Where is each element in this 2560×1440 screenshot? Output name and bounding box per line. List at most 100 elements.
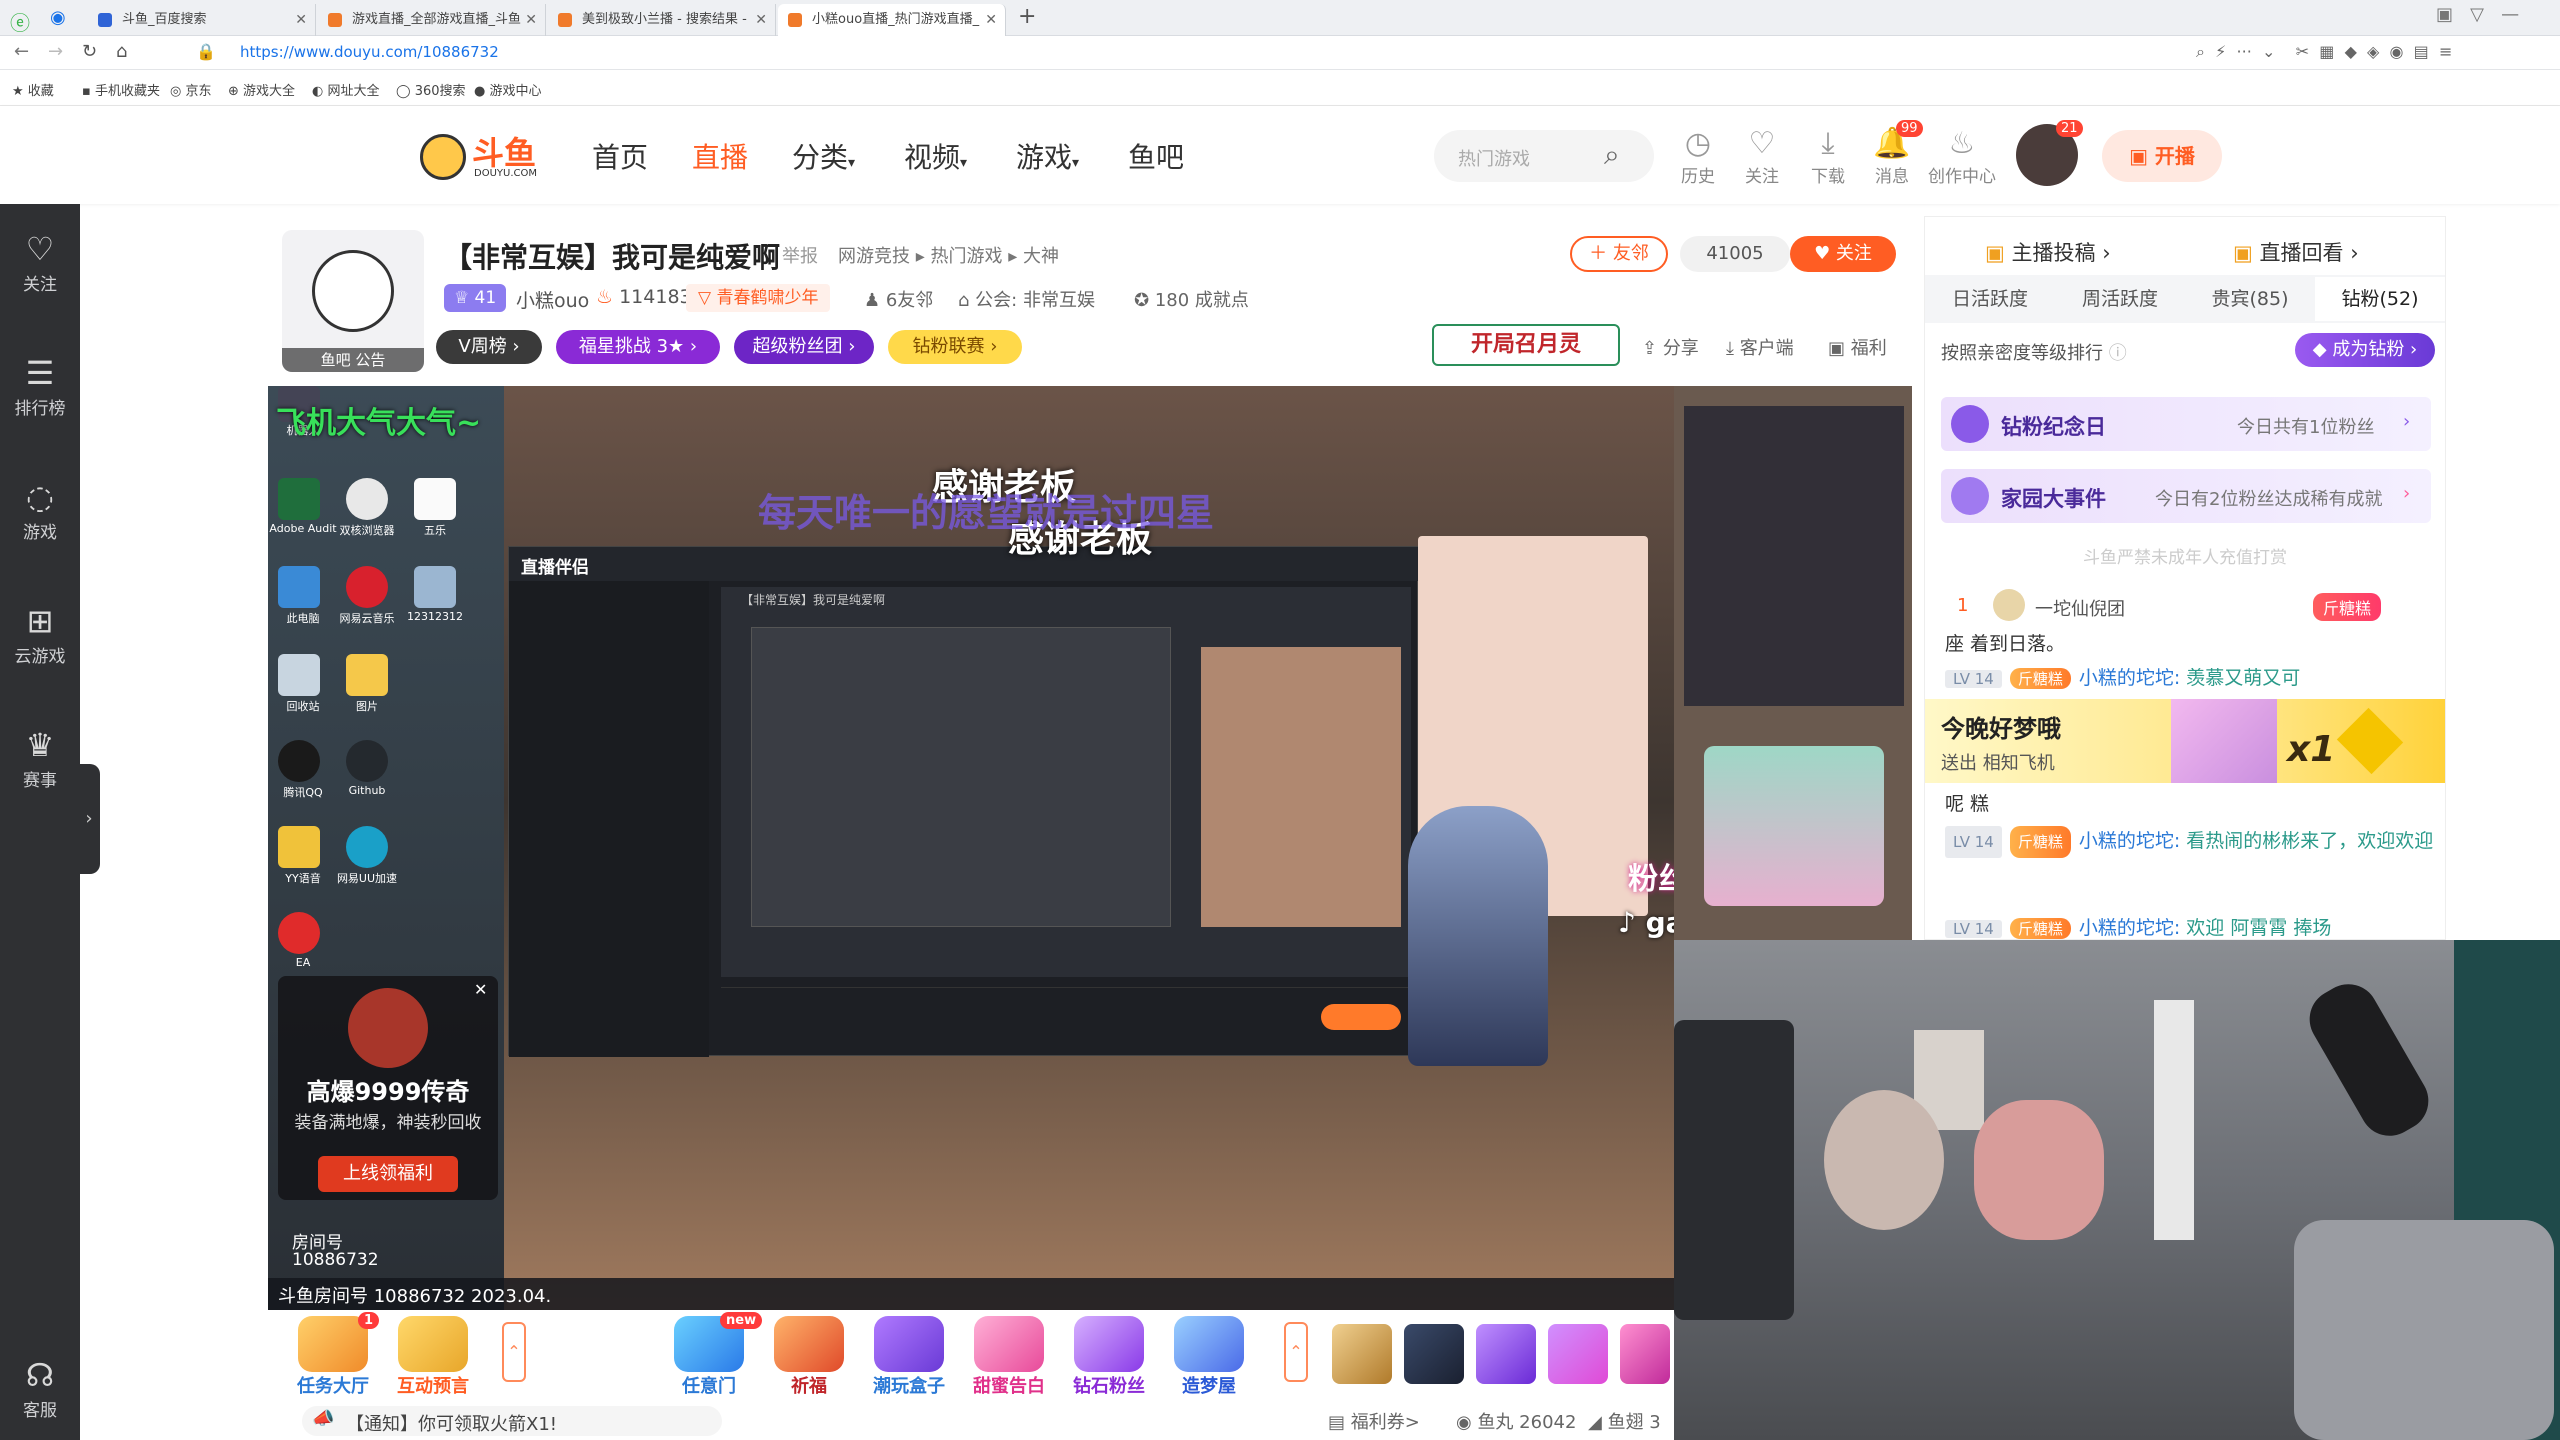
tab-weekly-activity[interactable]: 周活跃度 [2055, 277, 2185, 321]
forward-icon[interactable]: → [48, 41, 63, 62]
gift-toy-box[interactable]: 潮玩盒子 [864, 1316, 954, 1398]
breadcrumb-item[interactable]: 网游竞技 [838, 246, 910, 267]
close-icon[interactable]: ✕ [525, 4, 537, 36]
welfare-button[interactable]: ▣ 福利 [1828, 334, 1887, 360]
game-ad-popup[interactable]: ✕ 高爆9999传奇 装备满地爆，神装秒回收 上线领福利 [278, 976, 498, 1200]
client-button[interactable]: ⤓ 客户端 [1726, 334, 1794, 360]
lucky-challenge-tag[interactable]: 福星挑战 3★ › [556, 330, 720, 364]
header-message[interactable]: 🔔 消息 99 [1862, 120, 1923, 187]
bookmark-item[interactable]: ● 游戏中心 [474, 80, 542, 99]
streamer-avatar[interactable]: 鱼吧 公告 [282, 230, 424, 372]
sidebar-item-events[interactable]: ♛ 赛事 [0, 724, 80, 791]
bookmark-item[interactable]: ◎ 京东 [170, 80, 212, 99]
rocket-gift-icon[interactable] [1332, 1324, 1392, 1384]
become-diamond-fan-button[interactable]: ◆ 成为钻粉 › [2295, 333, 2435, 367]
gift-blessing[interactable]: 祈福 [764, 1316, 854, 1398]
pink-gift-icon[interactable] [1620, 1324, 1670, 1384]
header-history[interactable]: ◷ 历史 [1668, 126, 1728, 187]
sidebar-item-service[interactable]: ☊ 客服 [0, 1354, 80, 1421]
close-icon[interactable]: ✕ [985, 4, 997, 36]
nav-game[interactable]: 游戏▾ [1016, 136, 1079, 176]
fan-rank-row[interactable]: 1 一坨仙倪团 斤糖糕 [1941, 587, 2431, 627]
tab-room[interactable]: 小糕ouo直播_热门游戏直播_ ✕ [778, 4, 1006, 36]
video-player[interactable]: Adobe Audit 双核浏览器 五乐 此电脑 网易云音乐 12312312 … [268, 386, 1674, 1310]
new-tab-icon[interactable]: + [1018, 4, 1036, 29]
spaceship-gift-icon[interactable] [1404, 1324, 1464, 1384]
expand-sidebar-button[interactable]: › [78, 764, 100, 874]
chat-username[interactable]: 小糕的坨坨: [2079, 830, 2180, 852]
bookmark-item[interactable]: ◯ 360搜索 [396, 80, 466, 99]
url-field[interactable]: https://www.douyu.com/10886732 [240, 43, 499, 61]
streamer-submit-link[interactable]: ▣ 主播投稿 › [1985, 237, 2111, 267]
search-input[interactable]: 热门游戏 [1458, 145, 1530, 171]
nav-category[interactable]: 分类▾ [792, 136, 855, 176]
guild-info[interactable]: ⌂ 公会: 非常互娱 [958, 286, 1095, 312]
breadcrumb-item[interactable]: 大神 [1023, 246, 1059, 267]
nav-live[interactable]: 直播 [692, 136, 748, 176]
start-live-button[interactable]: ▣ 开播 [2102, 130, 2222, 182]
help-icon[interactable]: ⓘ [2109, 343, 2127, 364]
home-events-card[interactable]: 家园大事件 今日有2位粉丝达成稀有成就 › [1941, 469, 2431, 523]
streamer-name[interactable]: 小糕ouo [516, 286, 589, 313]
expand-gifts-button[interactable]: ⌃ [1284, 1322, 1308, 1382]
header-follow[interactable]: ♡ 关注 [1732, 126, 1792, 187]
douyu-logo[interactable]: 斗鱼 DOUYU.COM [420, 128, 540, 184]
shield-icon[interactable]: ◉ [50, 7, 66, 28]
header-create[interactable]: ♨ 创作中心 [1926, 126, 1998, 187]
home-icon[interactable]: ⌂ [116, 41, 127, 62]
back-icon[interactable]: ← [14, 41, 29, 62]
notice-pill[interactable]: 📣 【通知】你可领取火箭X1! [302, 1406, 722, 1436]
replay-link[interactable]: ▣ 直播回看 › [2233, 237, 2359, 267]
nav-fishbar[interactable]: 鱼吧 [1128, 136, 1184, 176]
tab-douyu-list[interactable]: 游戏直播_全部游戏直播_斗鱼 ✕ [318, 4, 546, 36]
search-icon[interactable]: ⌕ [1604, 138, 1620, 172]
webcam-window[interactable] [1674, 940, 2560, 1440]
nav-video[interactable]: 视频▾ [904, 136, 967, 176]
share-button[interactable]: ⇪ 分享 [1642, 334, 1699, 360]
close-icon[interactable]: ✕ [295, 4, 307, 36]
coupon-link[interactable]: ▤ 福利券> [1328, 1408, 1420, 1434]
youth-tag[interactable]: ▽ 青春鹤啸少年 [686, 284, 831, 312]
follow-button[interactable]: ♥ 关注 [1790, 236, 1896, 272]
close-icon[interactable]: ✕ [755, 4, 767, 36]
gift-task-hall[interactable]: 任务大厅 1 [288, 1312, 380, 1398]
breadcrumb-item[interactable]: 热门游戏 [930, 246, 1002, 267]
avatar[interactable]: 21 [2016, 120, 2083, 186]
bookmark-item[interactable]: ⊕ 游戏大全 [228, 80, 295, 99]
chat-username[interactable]: 小糕的坨坨: [2079, 917, 2180, 939]
window-controls[interactable]: ▣ ▽ — [2436, 4, 2519, 25]
chat-username[interactable]: 小糕的坨坨: [2079, 667, 2180, 689]
expand-gifts-button[interactable]: ⌃ [502, 1322, 526, 1382]
promo-banner[interactable]: 开局召月灵 [1432, 324, 1620, 366]
friends-count[interactable]: ♟ 6友邻 [864, 286, 933, 312]
report-link[interactable]: 举报 [782, 242, 818, 268]
tab-daily-activity[interactable]: 日活跃度 [1925, 277, 2055, 321]
tab-diamond-fans[interactable]: 钻粉(52) [2315, 277, 2445, 321]
close-icon[interactable]: ✕ [474, 980, 487, 999]
gift-dream-house[interactable]: 造梦屋 [1164, 1316, 1254, 1398]
refresh-icon[interactable]: ↻ [82, 41, 97, 62]
diamond-league-tag[interactable]: 钻粉联赛 › [888, 330, 1022, 364]
bookmark-item[interactable]: ◐ 网址大全 [312, 80, 380, 99]
bookmark-item[interactable]: ▪ 手机收藏夹 [82, 80, 160, 99]
bookmark-item[interactable]: ★ 收藏 [12, 80, 54, 99]
sidebar-item-follow[interactable]: ♡ 关注 [0, 228, 80, 295]
gift-prediction[interactable]: 互动预言 [388, 1316, 478, 1398]
gift-sweet-confession[interactable]: 甜蜜告白 [964, 1316, 1054, 1398]
ad-claim-button[interactable]: 上线领福利 [318, 1156, 458, 1192]
search-box[interactable]: 热门游戏 ⌕ [1434, 130, 1654, 182]
gift-portal[interactable]: 任意门 new [664, 1312, 763, 1398]
super-fan-tag[interactable]: 超级粉丝团 › [734, 330, 874, 364]
purple-gift-icon[interactable] [1476, 1324, 1536, 1384]
diamond-anniversary-card[interactable]: 钻粉纪念日 今日共有1位粉丝 › [1941, 397, 2431, 451]
gift-diamond-fan[interactable]: 钻石粉丝 [1064, 1316, 1154, 1398]
nav-home[interactable]: 首页 [592, 136, 648, 176]
tab-search[interactable]: 美到极致小兰播 - 搜索结果 - ✕ [548, 4, 776, 36]
sidebar-item-rank[interactable]: ☰ 排行榜 [0, 352, 80, 419]
diamond-gift-icon[interactable] [1548, 1324, 1608, 1384]
sidebar-item-cloud-game[interactable]: ⊞ 云游戏 [0, 600, 80, 667]
sidebar-item-game[interactable]: ◌ 游戏 [0, 476, 80, 543]
achievement-info[interactable]: ✪ 180 成就点 [1134, 286, 1249, 312]
add-friend-button[interactable]: ＋ 友邻 [1570, 236, 1668, 272]
tab-vip[interactable]: 贵宾(85) [2185, 277, 2315, 321]
